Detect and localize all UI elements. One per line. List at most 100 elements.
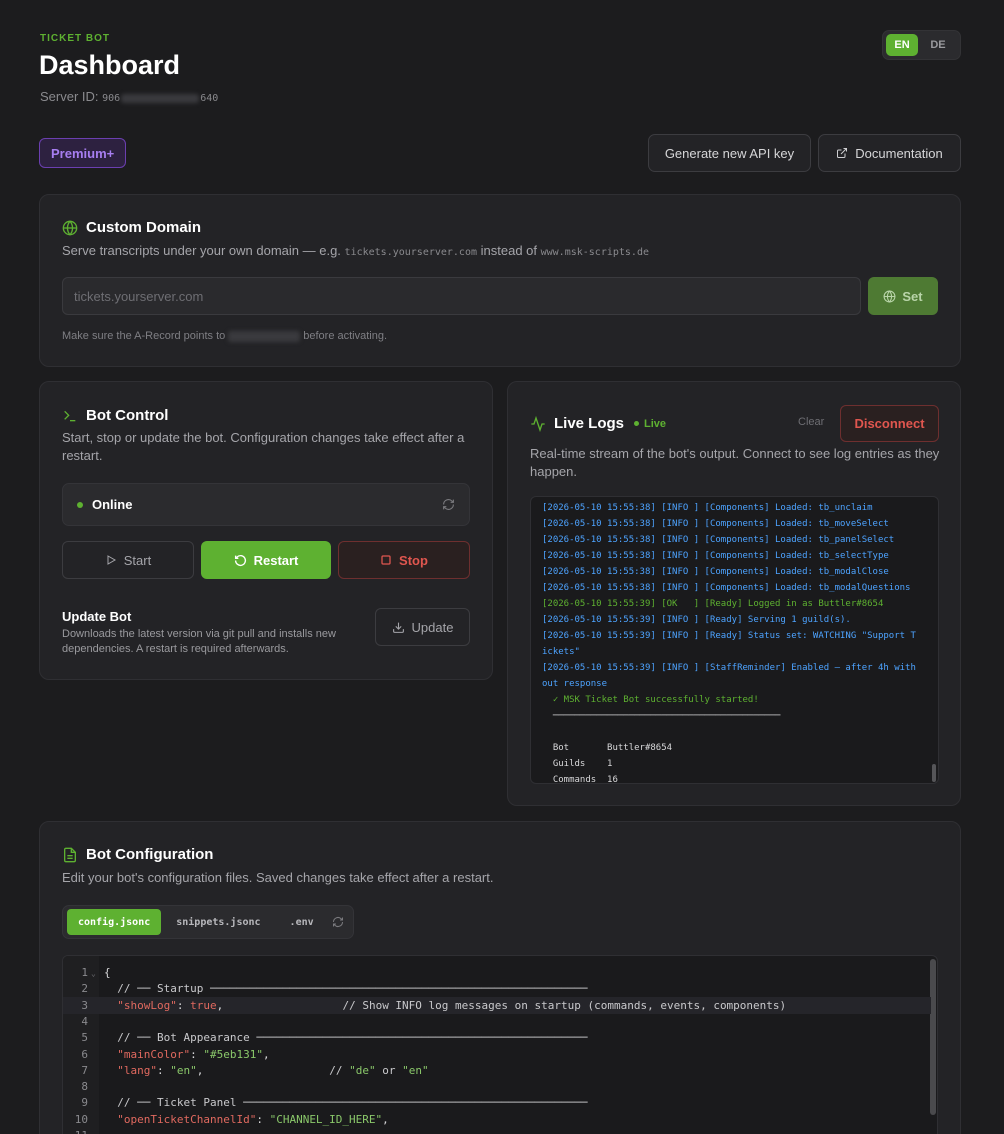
- generate-api-key-label: Generate new API key: [664, 145, 795, 161]
- server-id-value: 906 640: [102, 93, 219, 104]
- update-bot-desc: Downloads the latest version via git pul…: [62, 628, 336, 655]
- bot-config-title-text: Bot Configuration: [86, 846, 214, 863]
- reload-icon[interactable]: [332, 916, 344, 928]
- globe-icon: [62, 219, 78, 236]
- file-icon: [62, 847, 78, 863]
- code-line: 4: [63, 1013, 931, 1030]
- line-number: 2: [81, 982, 88, 996]
- refresh-icon[interactable]: [442, 498, 455, 511]
- live-logs-title-text: Live Logs: [554, 415, 625, 432]
- code-line: 10 "openTicketChannelId": "CHANNEL_ID_HE…: [63, 1111, 931, 1128]
- log-line: Commands 16: [542, 775, 618, 784]
- live-logs-title: Live Logs Live: [530, 415, 666, 432]
- log-line: ickets": [542, 647, 580, 657]
- config-file-tabs: config.jsonc snippets.jsonc .env: [62, 905, 354, 939]
- line-number: 8: [81, 1080, 88, 1094]
- log-line: Guilds 1: [542, 759, 613, 769]
- code-text: "mainColor": "#5eb131",: [117, 1047, 270, 1061]
- custom-domain-title: Custom Domain: [62, 219, 201, 236]
- server-id: Server ID: 906 640: [40, 89, 218, 104]
- code-text: // ── Bot Appearance ───────────────────…: [117, 1031, 588, 1045]
- line-number: 9: [81, 1096, 88, 1110]
- code-line: 8: [63, 1078, 931, 1095]
- brand-label: TICKET BOT: [40, 33, 110, 44]
- set-domain-label: Set: [902, 288, 923, 304]
- update-label: Update: [411, 619, 454, 635]
- line-number: 6: [81, 1047, 88, 1061]
- generate-api-key-button[interactable]: Generate new API key: [648, 134, 811, 172]
- code-text: // ── Ticket Panel ─────────────────────…: [117, 1096, 588, 1110]
- restart-label: Restart: [253, 552, 299, 568]
- log-line: [2026-05-10 15:55:38] [INFO ] [Component…: [542, 551, 889, 561]
- status-text: Online: [92, 497, 133, 512]
- log-line: [2026-05-10 15:55:38] [INFO ] [Component…: [542, 567, 889, 577]
- bot-control-desc: Start, stop or update the bot. Configura…: [62, 430, 465, 463]
- premium-badge: Premium+: [39, 138, 127, 168]
- line-number: 4: [81, 1014, 88, 1028]
- lang-en-button[interactable]: EN: [886, 34, 918, 56]
- log-line: ────────────────────────────────────────…: [542, 711, 781, 721]
- log-line: [2026-05-10 15:55:38] [INFO ] [Component…: [542, 583, 911, 593]
- lang-de-button[interactable]: DE: [922, 34, 954, 56]
- line-number: 10: [74, 1112, 88, 1126]
- tab-config-jsonc[interactable]: config.jsonc: [67, 909, 162, 935]
- bot-config-title: Bot Configuration: [62, 846, 213, 863]
- log-line: [2026-05-10 15:55:39] [INFO ] [Ready] Se…: [542, 615, 851, 625]
- terminal-icon: [62, 408, 78, 424]
- status-dot: [77, 501, 83, 508]
- log-line: ✓ MSK Ticket Bot successfully started!: [542, 695, 759, 705]
- restart-icon: [234, 554, 247, 567]
- clear-logs-button[interactable]: Clear: [798, 416, 824, 428]
- bot-control-card: Bot Control Start, stop or update the bo…: [39, 381, 493, 680]
- code-text: "lang": "en", // "de" or "en": [117, 1063, 429, 1077]
- default-domain: www.msk-scripts.de: [540, 247, 649, 258]
- code-line: 7 "lang": "en", // "de" or "en": [63, 1062, 931, 1079]
- code-line: 3 "showLog": true, // Show INFO log mess…: [63, 996, 931, 1014]
- live-logs-card: Live Logs Live Clear Disconnect Real-tim…: [507, 381, 961, 806]
- download-icon: [392, 621, 405, 634]
- log-line: [2026-05-10 15:55:39] [OK ] [Ready] Logg…: [542, 599, 884, 609]
- set-domain-button[interactable]: Set: [868, 277, 938, 315]
- start-button[interactable]: Start: [62, 541, 194, 579]
- code-editor[interactable]: 1 ⌄{2 // ── Startup ─────────────────────…: [62, 955, 938, 1134]
- activity-icon: [530, 415, 546, 432]
- server-id-label: Server ID:: [40, 89, 99, 104]
- tab-env[interactable]: .env: [276, 909, 328, 935]
- log-line: out response: [542, 679, 608, 689]
- stop-icon: [380, 554, 392, 566]
- line-number: 1: [81, 966, 88, 979]
- code-text: "openTicketChannelId": "CHANNEL_ID_HERE"…: [117, 1112, 389, 1126]
- log-line: [2026-05-10 15:55:39] [INFO ] [StaffRemi…: [542, 663, 916, 673]
- update-button[interactable]: Update: [375, 608, 470, 646]
- update-bot-title: Update Bot: [62, 609, 132, 624]
- custom-domain-desc: Serve transcripts under your own domain …: [62, 243, 649, 258]
- a-record-hint: Make sure the A-Record points to before a…: [62, 330, 388, 342]
- code-line: 11: [63, 1127, 931, 1134]
- custom-domain-input[interactable]: tickets.yourserver.com: [62, 277, 861, 315]
- code-line: 1 ⌄{: [63, 964, 931, 981]
- custom-domain-title-text: Custom Domain: [86, 219, 202, 236]
- log-output[interactable]: [2026-05-10 15:55:38] [INFO ] [Component…: [530, 496, 939, 784]
- log-line: [2026-05-10 15:55:38] [INFO ] [Component…: [542, 503, 873, 513]
- code-text: // ── Startup ──────────────────────────…: [117, 982, 588, 996]
- code-line: 2 // ── Startup ────────────────────────…: [63, 980, 931, 997]
- external-link-icon: [836, 147, 848, 159]
- live-logs-desc: Real-time stream of the bot's output. Co…: [530, 446, 940, 479]
- disconnect-button[interactable]: Disconnect: [840, 405, 939, 442]
- example-domain: tickets.yourserver.com: [344, 247, 477, 258]
- log-lines: [2026-05-10 15:55:38] [INFO ] [Component…: [542, 500, 916, 784]
- bot-config-desc: Edit your bot's configuration files. Sav…: [62, 870, 494, 885]
- line-number: 3: [81, 998, 88, 1012]
- bot-config-card: Bot Configuration Edit your bot's config…: [39, 821, 961, 1134]
- play-icon: [105, 554, 117, 566]
- documentation-button[interactable]: Documentation: [818, 134, 961, 172]
- tab-snippets-jsonc[interactable]: snippets.jsonc: [165, 909, 271, 935]
- log-scrollbar[interactable]: [932, 764, 936, 782]
- bot-status: Online: [62, 483, 470, 526]
- stop-button[interactable]: Stop: [338, 541, 470, 579]
- live-indicator: Live: [634, 418, 666, 430]
- restart-button[interactable]: Restart: [201, 541, 331, 579]
- code-line: 9 // ── Ticket Panel ───────────────────…: [63, 1094, 931, 1111]
- bot-control-title-text: Bot Control: [86, 407, 169, 424]
- log-line: [2026-05-10 15:55:38] [INFO ] [Component…: [542, 535, 895, 545]
